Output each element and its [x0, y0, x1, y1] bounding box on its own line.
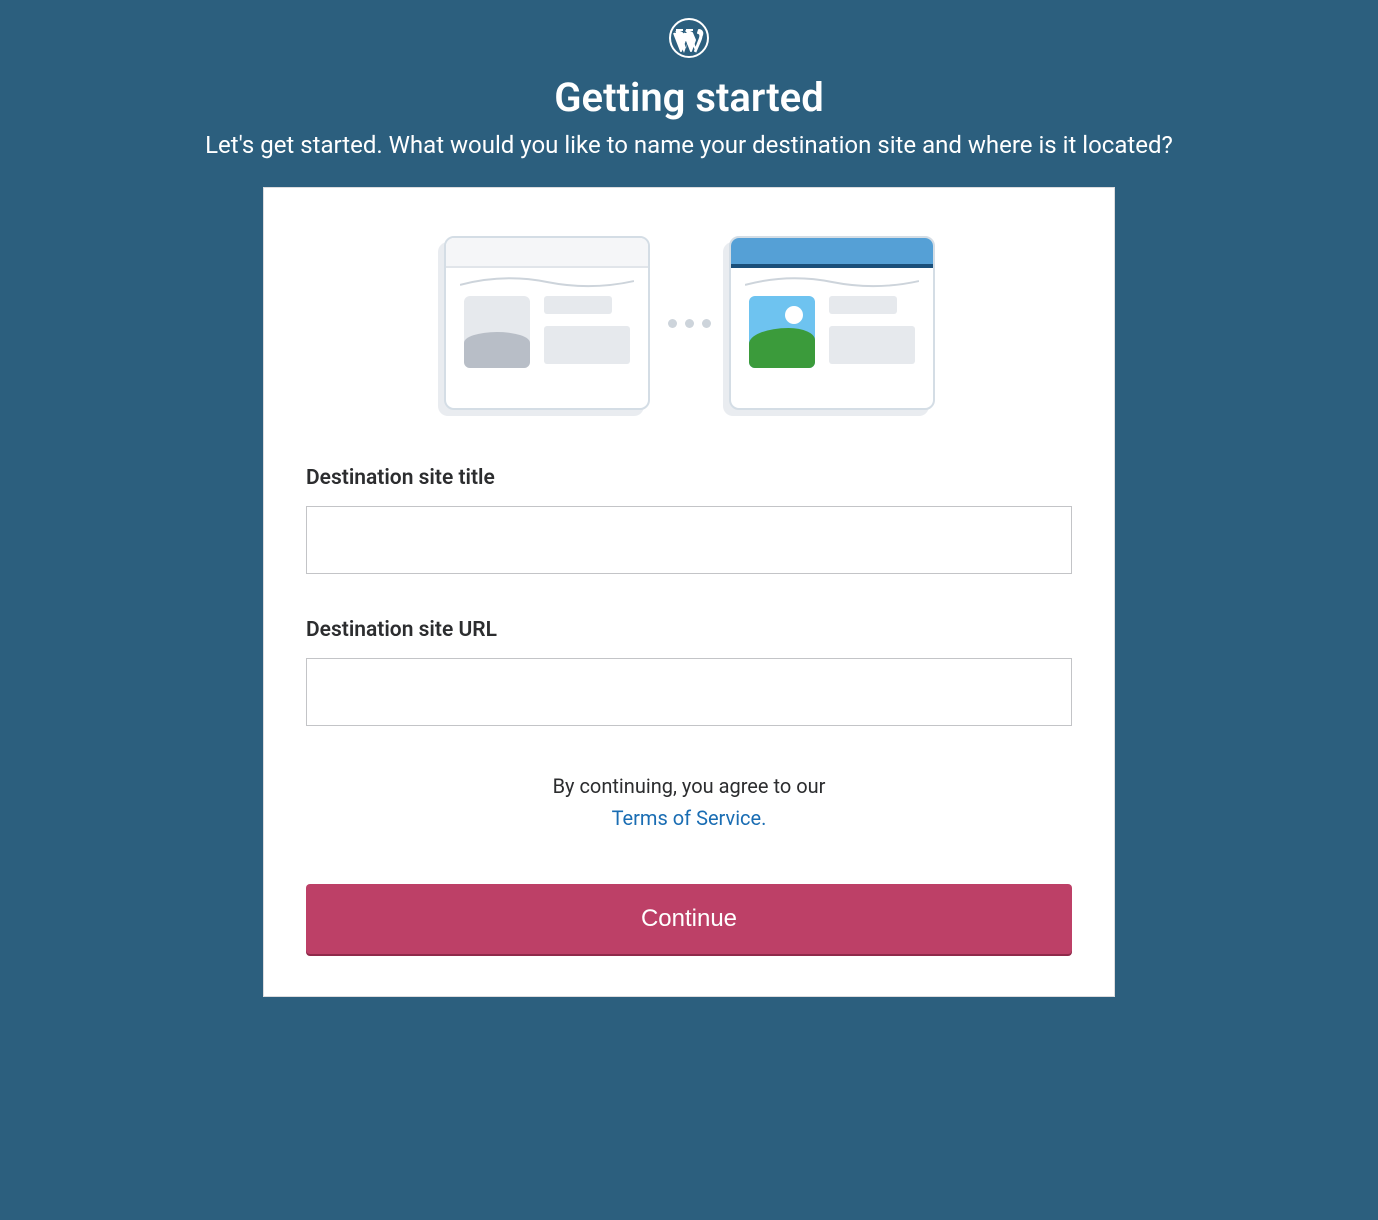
continue-button[interactable]: Continue: [306, 884, 1072, 954]
site-url-input[interactable]: [306, 658, 1072, 726]
destination-site-illustration: [729, 236, 935, 410]
tos-link[interactable]: Terms of Service.: [612, 806, 767, 830]
source-site-illustration: [444, 236, 650, 410]
tos-text: By continuing, you agree to our Terms of…: [306, 770, 1072, 834]
transfer-dots-icon: [668, 319, 711, 328]
tos-prefix: By continuing, you agree to our: [553, 774, 826, 798]
site-title-input[interactable]: [306, 506, 1072, 574]
page-title: Getting started: [554, 74, 823, 121]
site-url-label: Destination site URL: [306, 618, 1072, 642]
migration-illustration: [306, 236, 1072, 410]
page-subtitle: Let's get started. What would you like t…: [205, 131, 1173, 159]
onboarding-card: Destination site title Destination site …: [263, 187, 1115, 997]
wordpress-logo-icon: [669, 18, 709, 62]
site-title-label: Destination site title: [306, 466, 1072, 490]
